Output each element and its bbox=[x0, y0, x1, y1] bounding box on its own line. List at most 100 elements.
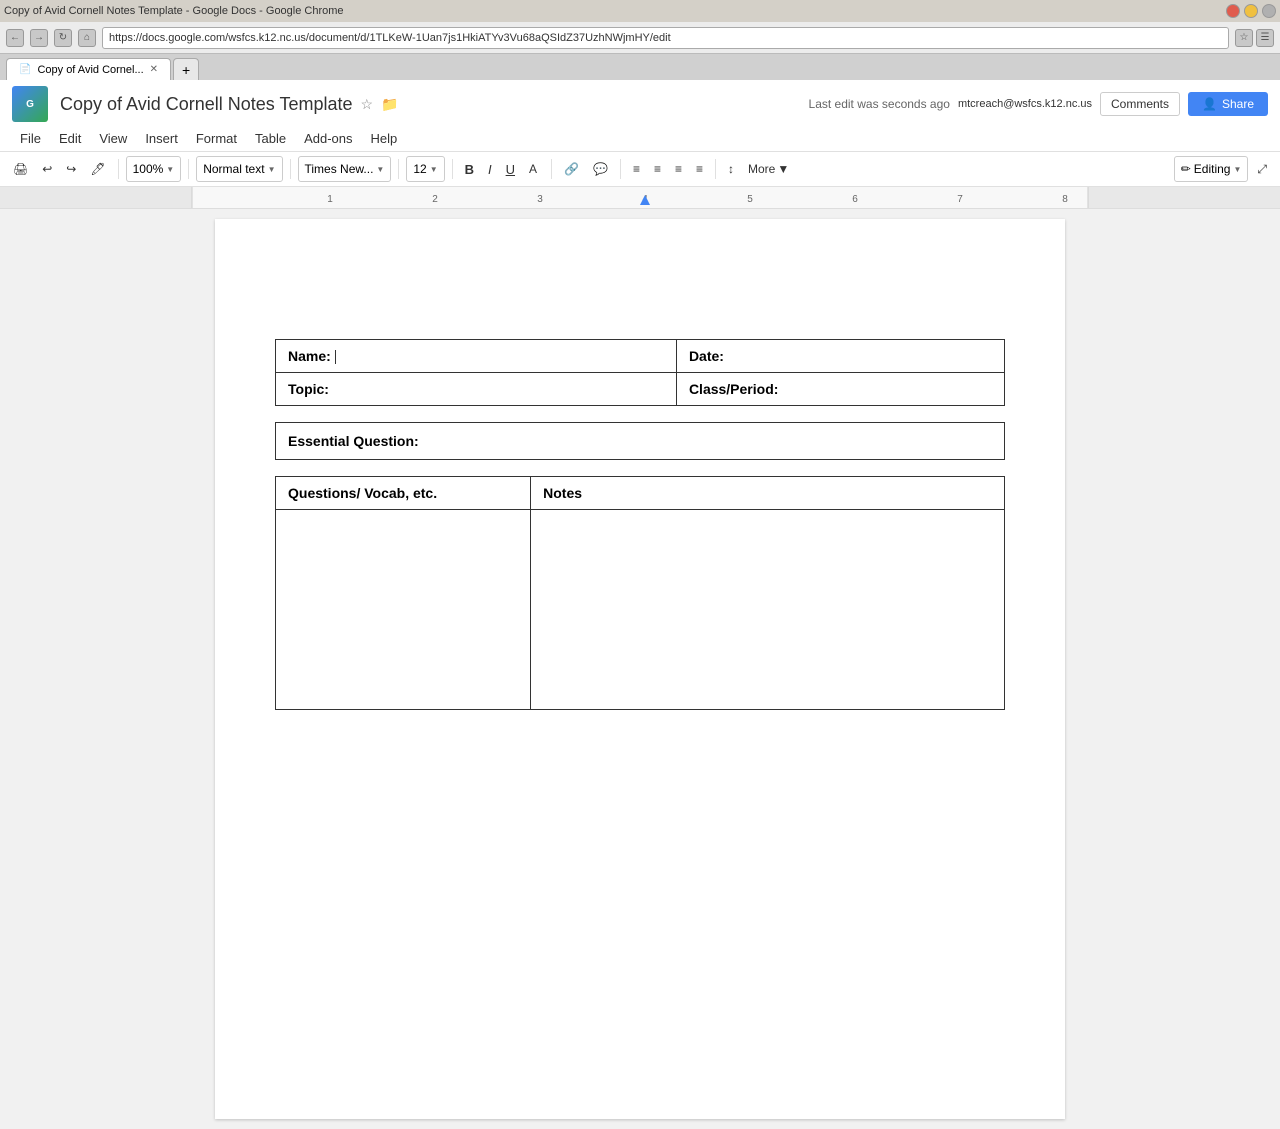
editing-dropdown-arrow: ▼ bbox=[1233, 165, 1241, 174]
tab-title: Copy of Avid Cornel... bbox=[37, 64, 143, 76]
separator-2 bbox=[188, 159, 189, 179]
align-left-button[interactable]: ≡ bbox=[628, 159, 645, 179]
link-button[interactable]: 🔗 bbox=[559, 159, 584, 179]
document-title[interactable]: Copy of Avid Cornell Notes Template bbox=[60, 94, 353, 115]
line-spacing-button[interactable]: ↕ bbox=[723, 159, 739, 179]
svg-text:2: 2 bbox=[432, 194, 438, 205]
text-cursor bbox=[335, 350, 336, 364]
separator-5 bbox=[452, 159, 453, 179]
svg-text:1: 1 bbox=[327, 194, 333, 205]
menu-file[interactable]: File bbox=[12, 128, 49, 149]
date-cell[interactable]: Date: bbox=[676, 340, 1004, 373]
forward-button[interactable]: → bbox=[30, 29, 48, 47]
font-dropdown-arrow: ▼ bbox=[376, 165, 384, 174]
document-page: Name: Date: Topic: Class/Period: Essenti… bbox=[215, 219, 1065, 1119]
menu-insert[interactable]: Insert bbox=[137, 128, 186, 149]
essential-question-box[interactable]: Essential Question: bbox=[275, 422, 1005, 460]
svg-text:3: 3 bbox=[537, 194, 543, 205]
zoom-dropdown[interactable]: 100% ▼ bbox=[126, 156, 182, 182]
menu-view[interactable]: View bbox=[91, 128, 135, 149]
menu-addons[interactable]: Add-ons bbox=[296, 128, 360, 149]
bookmark-icon[interactable]: ☆ bbox=[1235, 29, 1253, 47]
save-status: Last edit was seconds ago bbox=[809, 97, 950, 111]
svg-text:7: 7 bbox=[957, 194, 963, 205]
zoom-dropdown-arrow: ▼ bbox=[166, 165, 174, 174]
justify-button[interactable]: ≡ bbox=[691, 159, 708, 179]
topic-label: Topic: bbox=[288, 381, 329, 397]
name-label: Name: bbox=[288, 348, 331, 364]
ruler: 1 2 3 4 5 6 7 8 bbox=[0, 187, 1280, 209]
notes-cell[interactable] bbox=[531, 510, 1005, 710]
menu-bar: File Edit View Insert Format Table Add-o… bbox=[12, 126, 1268, 151]
toolbar: 🖨 ↩ ↪ 🖊 100% ▼ Normal text ▼ Times New..… bbox=[0, 152, 1280, 187]
class-label: Class/Period: bbox=[689, 381, 778, 397]
topic-cell[interactable]: Topic: bbox=[276, 373, 677, 406]
address-bar[interactable]: https://docs.google.com/wsfcs.k12.nc.us/… bbox=[102, 27, 1229, 49]
svg-text:5: 5 bbox=[747, 194, 753, 205]
size-dropdown-arrow: ▼ bbox=[430, 165, 438, 174]
menu-format[interactable]: Format bbox=[188, 128, 245, 149]
separator-7 bbox=[620, 159, 621, 179]
paint-format-button[interactable]: 🖊 bbox=[85, 159, 110, 179]
bold-button[interactable]: B bbox=[460, 159, 479, 180]
redo-button[interactable]: ↪ bbox=[61, 159, 81, 179]
tab-favicon: 📄 bbox=[19, 64, 31, 75]
new-tab[interactable]: + bbox=[173, 58, 199, 80]
align-right-button[interactable]: ≡ bbox=[670, 159, 687, 179]
tab-bar: 📄 Copy of Avid Cornel... ✕ + bbox=[0, 54, 1280, 80]
more-button[interactable]: More ▼ bbox=[743, 159, 794, 179]
font-dropdown[interactable]: Times New... ▼ bbox=[298, 156, 392, 182]
text-color-button[interactable]: A bbox=[524, 159, 544, 179]
name-date-row: Name: Date: bbox=[276, 340, 1005, 373]
questions-header: Questions/ Vocab, etc. bbox=[276, 477, 531, 510]
size-dropdown[interactable]: 12 ▼ bbox=[406, 156, 444, 182]
browser-title: Copy of Avid Cornell Notes Template - Go… bbox=[4, 5, 1222, 17]
date-label: Date: bbox=[689, 348, 724, 364]
class-cell[interactable]: Class/Period: bbox=[676, 373, 1004, 406]
refresh-button[interactable]: ↻ bbox=[54, 29, 72, 47]
separator-4 bbox=[398, 159, 399, 179]
minimize-btn[interactable] bbox=[1244, 4, 1258, 18]
menu-help[interactable]: Help bbox=[363, 128, 406, 149]
style-dropdown[interactable]: Normal text ▼ bbox=[196, 156, 282, 182]
separator-6 bbox=[551, 159, 552, 179]
document-area: Name: Date: Topic: Class/Period: Essenti… bbox=[0, 209, 1280, 1129]
comments-button[interactable]: Comments bbox=[1100, 92, 1180, 116]
name-cell[interactable]: Name: bbox=[276, 340, 677, 373]
menu-edit[interactable]: Edit bbox=[51, 128, 89, 149]
expand-button[interactable]: ⤢ bbox=[1252, 159, 1272, 180]
separator-3 bbox=[290, 159, 291, 179]
maximize-btn[interactable] bbox=[1262, 4, 1276, 18]
notes-header-row: Questions/ Vocab, etc. Notes bbox=[276, 477, 1005, 510]
italic-button[interactable]: I bbox=[483, 159, 497, 180]
share-button[interactable]: 👤 Share bbox=[1188, 92, 1268, 116]
tab-close-icon[interactable]: ✕ bbox=[150, 64, 158, 75]
essential-label: Essential Question: bbox=[288, 433, 419, 449]
comment-button[interactable]: 💬 bbox=[588, 159, 613, 179]
folder-icon[interactable]: 📁 bbox=[381, 96, 398, 113]
underline-button[interactable]: U bbox=[501, 159, 520, 180]
style-dropdown-arrow: ▼ bbox=[268, 165, 276, 174]
notes-table: Questions/ Vocab, etc. Notes bbox=[275, 476, 1005, 710]
settings-icon[interactable]: ☰ bbox=[1256, 29, 1274, 47]
svg-text:6: 6 bbox=[852, 194, 858, 205]
separator-8 bbox=[715, 159, 716, 179]
align-center-button[interactable]: ≡ bbox=[649, 159, 666, 179]
star-icon[interactable]: ☆ bbox=[361, 96, 374, 113]
user-info: mtcreach@wsfcs.k12.nc.us bbox=[958, 98, 1092, 110]
active-tab[interactable]: 📄 Copy of Avid Cornel... ✕ bbox=[6, 58, 171, 80]
svg-text:8: 8 bbox=[1062, 194, 1068, 205]
undo-button[interactable]: ↩ bbox=[37, 159, 57, 179]
menu-table[interactable]: Table bbox=[247, 128, 294, 149]
top-margin bbox=[275, 259, 1005, 339]
print-button[interactable]: 🖨 bbox=[8, 159, 33, 179]
questions-cell[interactable] bbox=[276, 510, 531, 710]
home-button[interactable]: ⌂ bbox=[78, 29, 96, 47]
close-btn[interactable] bbox=[1226, 4, 1240, 18]
back-button[interactable]: ← bbox=[6, 29, 24, 47]
browser-titlebar: Copy of Avid Cornell Notes Template - Go… bbox=[0, 0, 1280, 22]
editing-dropdown[interactable]: ✏ Editing ▼ bbox=[1174, 156, 1249, 182]
browser-navbar: ← → ↻ ⌂ https://docs.google.com/wsfcs.k1… bbox=[0, 22, 1280, 54]
gdocs-logo: G bbox=[12, 86, 48, 122]
editing-area: ✏ Editing ▼ bbox=[1174, 156, 1249, 182]
